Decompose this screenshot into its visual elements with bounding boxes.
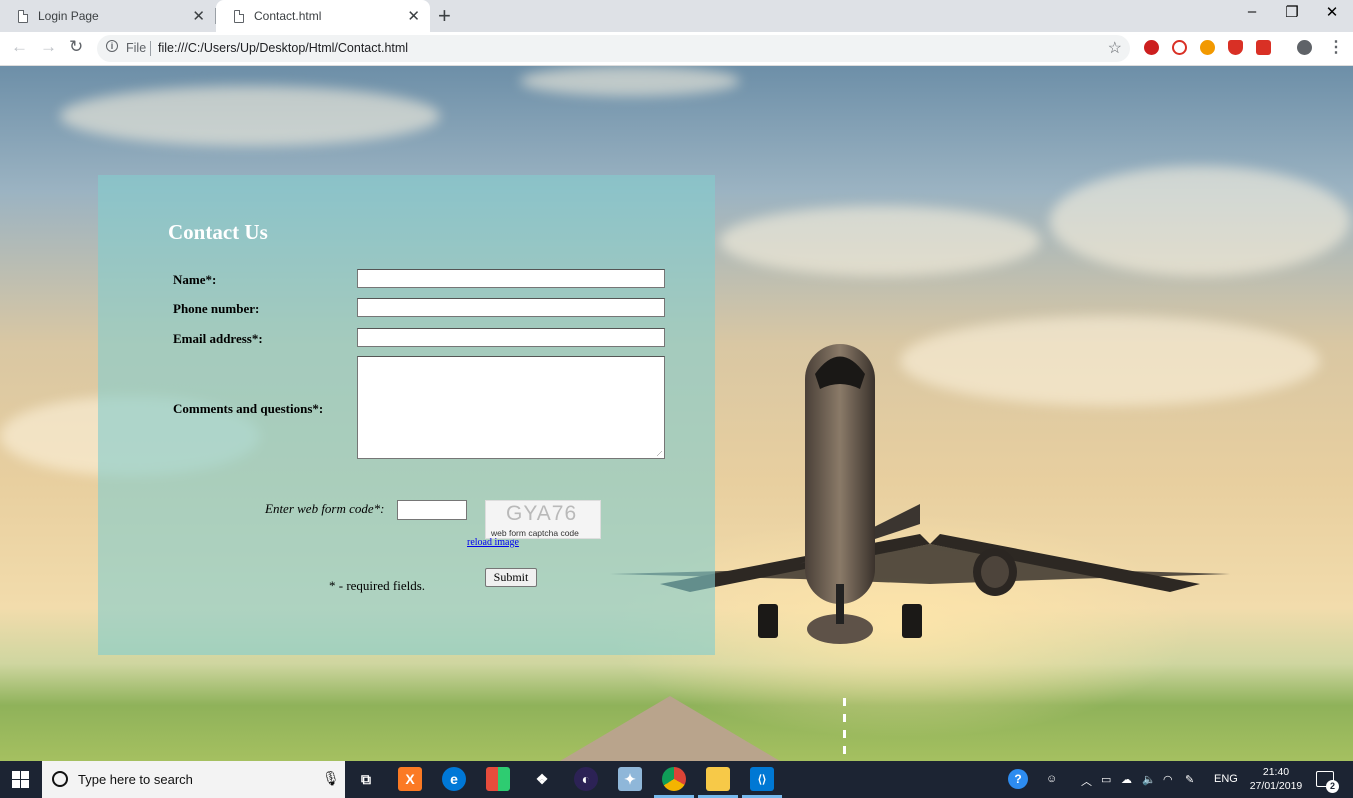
close-window-button[interactable]: ✕ — [1312, 3, 1352, 21]
info-icon[interactable]: i — [106, 40, 118, 52]
wifi-icon[interactable]: ◠ — [1163, 773, 1173, 786]
back-button[interactable]: ← — [11, 37, 28, 57]
opera-extension-icon[interactable] — [1144, 40, 1159, 55]
microphone-icon[interactable]: 🎙 — [322, 770, 340, 787]
runway — [560, 696, 780, 761]
page-viewport: Contact Us Name*: Phone number: Email ad… — [0, 66, 1353, 761]
cloud — [1050, 166, 1350, 276]
contact-form-panel: Contact Us Name*: Phone number: Email ad… — [98, 175, 715, 655]
cloud — [60, 86, 440, 146]
clock-time: 21:40 — [1262, 766, 1290, 778]
tab-contact[interactable]: Contact.html ✕ — [216, 0, 430, 32]
minimize-button[interactable]: ‒ — [1232, 3, 1272, 20]
tab-strip: Login Page ✕ Contact.html ✕ + ‒ ❐ ✕ — [0, 0, 1353, 32]
url-text[interactable]: file:///C:/Users/Up/Desktop/Html/Contact… — [158, 41, 408, 55]
tab-login-page[interactable]: Login Page ✕ — [0, 0, 215, 32]
volume-icon[interactable]: 🔈 — [1142, 773, 1156, 786]
captcha-prompt: Enter web form code*: — [265, 501, 385, 516]
cookie-extension-icon[interactable] — [1200, 40, 1215, 55]
page-title: Contact Us — [168, 220, 268, 244]
cloud — [720, 206, 1040, 276]
shield-extension-icon[interactable] — [1228, 40, 1243, 55]
maximize-button[interactable]: ❐ — [1272, 3, 1312, 21]
address-bar[interactable]: i File file:///C:/Users/Up/Desktop/Html/… — [97, 35, 1130, 62]
dropbox-icon[interactable]: ❖ — [530, 767, 554, 791]
new-tab-button[interactable]: + — [438, 3, 451, 29]
help-icon[interactable]: ? — [1008, 769, 1028, 789]
cloud — [520, 66, 740, 96]
captcha-code-field[interactable] — [397, 500, 467, 520]
clock-date: 27/01/2019 — [1249, 780, 1303, 792]
language-indicator[interactable]: ENG — [1214, 773, 1238, 785]
page-icon — [234, 9, 244, 23]
notification-badge: 2 — [1326, 780, 1339, 793]
forward-button[interactable]: → — [40, 37, 57, 57]
close-icon[interactable]: ✕ — [192, 7, 205, 25]
comments-textarea[interactable] — [357, 356, 665, 459]
tab-title: Contact.html — [254, 9, 322, 23]
people-icon[interactable]: ☺ — [1046, 773, 1057, 785]
captcha-image: GYA76 web form captcha code — [485, 500, 601, 539]
close-icon[interactable]: ✕ — [407, 7, 420, 25]
phone-field[interactable] — [357, 298, 665, 317]
eclipse-icon[interactable]: ◐ — [574, 767, 598, 791]
windows-start-button[interactable] — [12, 771, 29, 788]
taskbar-search-box[interactable]: Type here to search 🎙 — [42, 761, 345, 798]
name-label: Name*: — [173, 272, 217, 287]
pen-icon[interactable]: ✎ — [1185, 773, 1194, 786]
reload-button[interactable]: ↻ — [69, 37, 83, 57]
task-view-icon[interactable]: ⧉ — [354, 767, 378, 791]
url-divider — [150, 41, 151, 56]
reload-captcha-link[interactable]: reload image — [467, 537, 519, 548]
runway-centerline — [843, 698, 846, 758]
required-note: * - required fields. — [329, 578, 426, 593]
submit-button[interactable]: Submit — [485, 568, 537, 587]
cortana-icon — [52, 771, 68, 787]
file-explorer-icon[interactable] — [706, 767, 730, 791]
email-label: Email address*: — [173, 331, 263, 346]
phone-label: Phone number: — [173, 301, 260, 316]
bird-app-icon[interactable]: ✦ — [618, 767, 642, 791]
browser-toolbar: ← → ↻ i File file:///C:/Users/Up/Desktop… — [0, 32, 1353, 66]
comments-label: Comments and questions*: — [173, 401, 324, 416]
edge-icon[interactable]: e — [442, 767, 466, 791]
vscode-icon[interactable]: ⟨⟩ — [750, 767, 774, 791]
name-field[interactable] — [357, 269, 665, 288]
profile-avatar[interactable] — [1297, 40, 1312, 55]
captcha-image-text: GYA76 — [506, 502, 578, 525]
menu-icon[interactable]: ⋮ — [1328, 37, 1344, 57]
battery-icon[interactable]: ▭ — [1101, 773, 1111, 786]
page-icon — [18, 9, 28, 23]
xampp-icon[interactable]: X — [398, 767, 422, 791]
search-placeholder: Type here to search — [78, 772, 193, 787]
store-icon[interactable] — [486, 767, 510, 791]
network-icon[interactable]: ☁ — [1121, 773, 1132, 786]
taskbar: Type here to search 🎙 ⧉ X e ❖ ◐ ✦ ⟨⟩ ? ☺… — [0, 761, 1353, 798]
tab-title: Login Page — [38, 9, 99, 23]
chrome-icon[interactable] — [662, 767, 686, 791]
clock[interactable]: 21:40 27/01/2019 — [1245, 765, 1307, 793]
chevron-up-icon[interactable]: ︿ — [1081, 773, 1092, 789]
bookmark-star-icon[interactable]: ☆ — [1108, 38, 1122, 58]
email-field[interactable] — [357, 328, 665, 347]
video-extension-icon[interactable] — [1256, 40, 1271, 55]
url-scheme: File — [126, 41, 147, 55]
g-extension-icon[interactable] — [1172, 40, 1187, 55]
